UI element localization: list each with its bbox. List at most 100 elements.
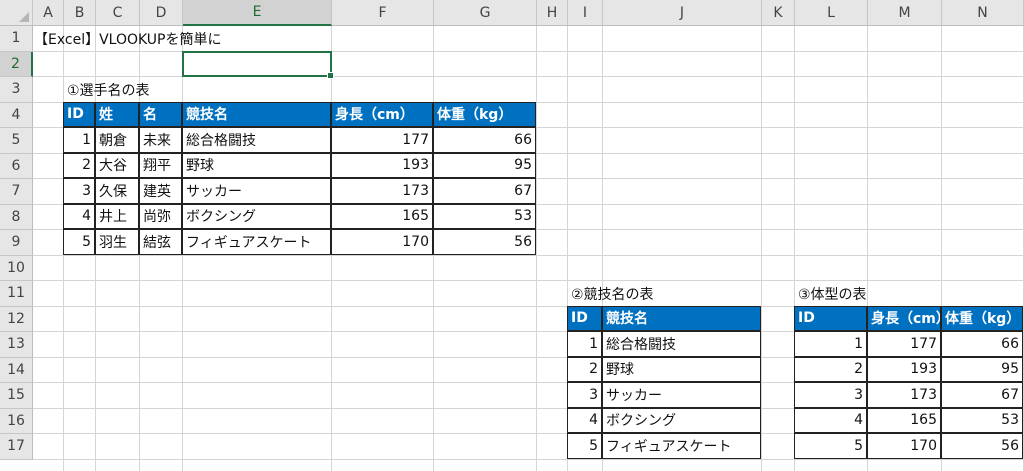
column-header-a[interactable]: A [33, 0, 64, 26]
table3-cell[interactable]: 56 [941, 433, 1023, 459]
table3-cell[interactable]: 53 [941, 407, 1023, 433]
table1-cell[interactable]: 井上 [95, 203, 139, 229]
table1-cell[interactable]: 結弦 [139, 229, 182, 255]
column-header-c[interactable]: C [96, 0, 140, 26]
table1-cell[interactable]: 56 [433, 229, 536, 255]
row-header-2[interactable]: 2 [0, 51, 33, 77]
table1-cell[interactable]: 67 [433, 178, 536, 204]
table1-header-cell: 姓 [95, 101, 139, 127]
table1-cell[interactable]: 165 [331, 203, 433, 229]
row-header-3[interactable]: 3 [0, 77, 33, 103]
row-header-5[interactable]: 5 [0, 128, 33, 154]
table1-cell[interactable]: 建英 [139, 178, 182, 204]
column-header-f[interactable]: F [332, 0, 434, 26]
row-header-7[interactable]: 7 [0, 179, 33, 205]
table3-cell[interactable]: 4 [794, 407, 867, 433]
column-header-g[interactable]: G [434, 0, 537, 26]
table3-cell[interactable]: 3 [794, 382, 867, 408]
table3-cell[interactable]: 95 [941, 356, 1023, 382]
table2-cell[interactable]: 5 [567, 433, 602, 459]
table3-cell[interactable]: 1 [794, 331, 867, 357]
table1-cell[interactable]: フィギュアスケート [182, 229, 331, 255]
row-header-16[interactable]: 16 [0, 408, 33, 434]
table3-cell[interactable]: 67 [941, 382, 1023, 408]
row-header-13[interactable]: 13 [0, 332, 33, 358]
table1-cell[interactable]: 野球 [182, 152, 331, 178]
table3-cell[interactable]: 170 [867, 433, 941, 459]
table1-cell[interactable]: 177 [331, 127, 433, 153]
table1-cell[interactable]: 未来 [139, 127, 182, 153]
table1-cell[interactable]: 2 [63, 152, 95, 178]
table1-header-cell: 名 [139, 101, 182, 127]
table2-cell[interactable]: 2 [567, 356, 602, 382]
row-header-6[interactable]: 6 [0, 153, 33, 179]
table1-cell[interactable]: 4 [63, 203, 95, 229]
table3-header-cell: 体重（kg） [941, 305, 1023, 331]
table1-header-cell: ID [63, 101, 95, 127]
table1-cell[interactable]: 羽生 [95, 229, 139, 255]
column-header-n[interactable]: N [942, 0, 1024, 26]
table3-cell[interactable]: 66 [941, 331, 1023, 357]
column-header-b[interactable]: B [64, 0, 96, 26]
table1-cell[interactable]: 久保 [95, 178, 139, 204]
gridline-horizontal [0, 254, 1024, 256]
table1-cell[interactable]: 193 [331, 152, 433, 178]
table3-cell[interactable]: 173 [867, 382, 941, 408]
table2-cell[interactable]: 野球 [602, 356, 761, 382]
table1-cell[interactable]: 朝倉 [95, 127, 139, 153]
table2-cell[interactable]: ボクシング [602, 407, 761, 433]
column-header-d[interactable]: D [140, 0, 183, 26]
table3-cell[interactable]: 165 [867, 407, 941, 433]
row-header-4[interactable]: 4 [0, 102, 33, 128]
table2-cell[interactable]: 3 [567, 382, 602, 408]
table3-cell[interactable]: 193 [867, 356, 941, 382]
table1-cell[interactable]: サッカー [182, 178, 331, 204]
table1-cell[interactable]: 95 [433, 152, 536, 178]
gridline-horizontal [0, 458, 1024, 460]
column-header-e[interactable]: E [183, 0, 332, 26]
row-header-11[interactable]: 11 [0, 281, 33, 307]
table1-cell[interactable]: 3 [63, 178, 95, 204]
table1-cell[interactable]: 1 [63, 127, 95, 153]
column-header-h[interactable]: H [537, 0, 568, 26]
row-header-15[interactable]: 15 [0, 383, 33, 409]
table2-cell[interactable]: 4 [567, 407, 602, 433]
table2-cell[interactable]: 総合格闘技 [602, 331, 761, 357]
row-header-9[interactable]: 9 [0, 230, 33, 256]
table1-cell[interactable]: 総合格闘技 [182, 127, 331, 153]
select-all-corner[interactable] [0, 0, 33, 26]
column-header-l[interactable]: L [795, 0, 868, 26]
table2-cell[interactable]: フィギュアスケート [602, 433, 761, 459]
table1-cell[interactable]: 尚弥 [139, 203, 182, 229]
row-header-14[interactable]: 14 [0, 357, 33, 383]
table1-cell[interactable]: 173 [331, 178, 433, 204]
table1-header-cell: 身長（cm） [331, 101, 433, 127]
gridline-vertical [761, 0, 762, 471]
column-header-i[interactable]: I [568, 0, 603, 26]
column-header-k[interactable]: K [762, 0, 795, 26]
table1-cell[interactable]: 66 [433, 127, 536, 153]
column-header-j[interactable]: J [603, 0, 762, 26]
table2-header-cell: 競技名 [602, 305, 761, 331]
table3-cell[interactable]: 5 [794, 433, 867, 459]
row-header-17[interactable]: 17 [0, 434, 33, 460]
table2-cell[interactable]: サッカー [602, 382, 761, 408]
table1-cell[interactable]: ボクシング [182, 203, 331, 229]
table2-header-cell: ID [567, 305, 602, 331]
row-header-10[interactable]: 10 [0, 255, 33, 281]
table1-cell[interactable]: 翔平 [139, 152, 182, 178]
active-cell-selection[interactable] [182, 50, 334, 79]
row-header-12[interactable]: 12 [0, 306, 33, 332]
table1-cell[interactable]: 170 [331, 229, 433, 255]
spreadsheet-grid[interactable]: A B C D E F G H I J K L M N 1 2 3 4 5 6 7 8 9 10 11 12 13 14 15 16 17 【… [0, 0, 1024, 471]
table1-cell[interactable]: 53 [433, 203, 536, 229]
row-header-1[interactable]: 1 [0, 26, 33, 52]
table2-cell[interactable]: 1 [567, 331, 602, 357]
gridline-vertical [536, 0, 537, 471]
table1-cell[interactable]: 5 [63, 229, 95, 255]
table3-cell[interactable]: 177 [867, 331, 941, 357]
row-header-8[interactable]: 8 [0, 204, 33, 230]
table3-cell[interactable]: 2 [794, 356, 867, 382]
table1-cell[interactable]: 大谷 [95, 152, 139, 178]
column-header-m[interactable]: M [868, 0, 942, 26]
